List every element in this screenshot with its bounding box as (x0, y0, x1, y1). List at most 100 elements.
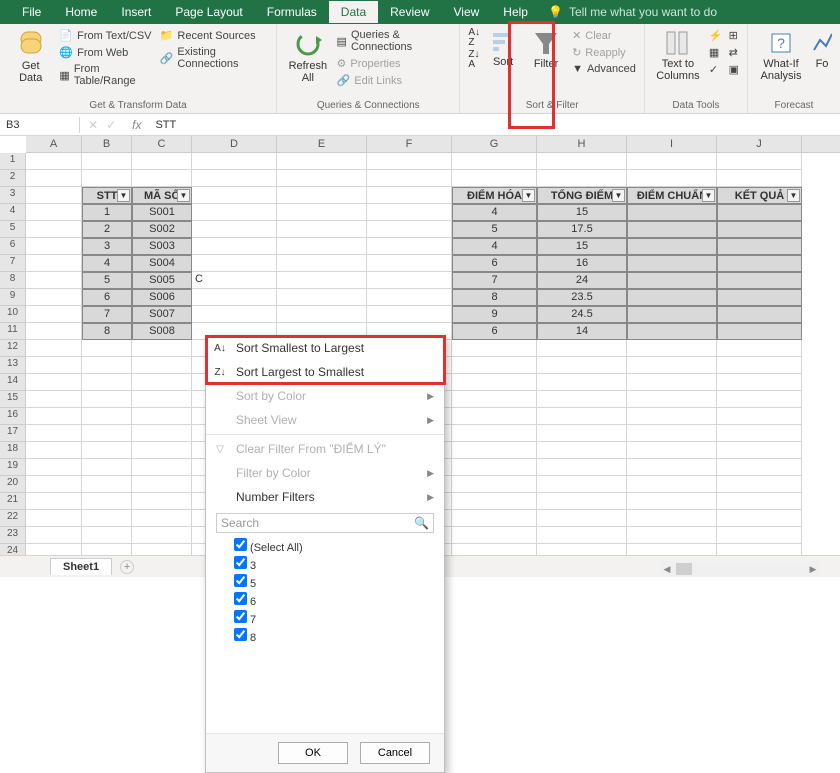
tab-data[interactable]: Data (329, 1, 378, 23)
cell[interactable] (452, 527, 537, 544)
cell[interactable] (26, 374, 82, 391)
cell[interactable] (277, 272, 367, 289)
cell[interactable] (26, 255, 82, 272)
cell[interactable] (627, 493, 717, 510)
cell[interactable] (717, 527, 802, 544)
cell[interactable] (537, 510, 627, 527)
cell-ket-qua[interactable] (717, 323, 802, 340)
cell-tong-diem[interactable]: 17.5 (537, 221, 627, 238)
cell[interactable] (452, 391, 537, 408)
filter-check-option[interactable]: 8 (234, 627, 434, 645)
header-diem-hoa[interactable]: ĐIỂM HÓA▼ (452, 187, 537, 204)
get-data-button[interactable]: Get Data (8, 28, 53, 86)
cell[interactable] (627, 476, 717, 493)
column-header-G[interactable]: G (452, 136, 537, 152)
cell[interactable] (26, 272, 82, 289)
horizontal-scrollbar[interactable]: ◀ ▶ (660, 561, 820, 577)
tab-home[interactable]: Home (53, 1, 109, 23)
from-table-range-button[interactable]: ▦From Table/Range (59, 62, 153, 88)
cell[interactable] (26, 476, 82, 493)
header-ma-so[interactable]: MÃ SỐ▼ (132, 187, 192, 204)
cell[interactable] (627, 374, 717, 391)
cell[interactable] (537, 374, 627, 391)
cell[interactable] (132, 527, 192, 544)
cell[interactable] (132, 340, 192, 357)
menu-sort-asc[interactable]: A↓Sort Smallest to Largest (206, 336, 444, 360)
cell-stt[interactable]: 7 (82, 306, 132, 323)
cell-diem-hoa[interactable]: 7 (452, 272, 537, 289)
cell[interactable] (717, 153, 802, 170)
filter-check-select-all[interactable]: (Select All) (234, 537, 434, 555)
cell[interactable] (277, 289, 367, 306)
cell[interactable] (132, 425, 192, 442)
cell[interactable] (537, 459, 627, 476)
cell[interactable] (82, 425, 132, 442)
flash-fill-button[interactable]: ⚡ (709, 28, 723, 43)
cell[interactable] (627, 357, 717, 374)
cell[interactable] (452, 357, 537, 374)
row-header[interactable]: 2 (0, 170, 26, 187)
column-header-D[interactable]: D (192, 136, 277, 152)
cell[interactable] (192, 289, 277, 306)
cell[interactable] (192, 238, 277, 255)
cell[interactable] (26, 340, 82, 357)
cell-diem-chuan[interactable] (627, 289, 717, 306)
cell[interactable] (537, 442, 627, 459)
column-header-J[interactable]: J (717, 136, 802, 152)
row-header[interactable]: 14 (0, 374, 26, 391)
cell[interactable] (132, 476, 192, 493)
cell[interactable] (717, 442, 802, 459)
cell[interactable] (537, 408, 627, 425)
cell[interactable] (132, 357, 192, 374)
tab-help[interactable]: Help (491, 1, 540, 23)
tab-view[interactable]: View (442, 1, 492, 23)
cell[interactable] (537, 391, 627, 408)
cell[interactable] (717, 340, 802, 357)
cell-diem-chuan[interactable] (627, 221, 717, 238)
cell[interactable] (26, 493, 82, 510)
cell[interactable] (452, 442, 537, 459)
text-to-columns-button[interactable]: Text to Columns (653, 28, 703, 84)
tab-insert[interactable]: Insert (109, 1, 163, 23)
properties-button[interactable]: ⚙Properties (337, 56, 452, 71)
cell-stt[interactable]: 5 (82, 272, 132, 289)
cell[interactable] (82, 527, 132, 544)
remove-duplicates-button[interactable]: ▦ (709, 45, 723, 60)
cell[interactable] (82, 391, 132, 408)
menu-filter-color[interactable]: Filter by Color▶ (206, 461, 444, 485)
cell[interactable] (717, 357, 802, 374)
recent-sources-button[interactable]: 📁Recent Sources (160, 28, 268, 43)
menu-clear-filter[interactable]: ▽Clear Filter From "ĐIỂM LÝ" (206, 437, 444, 461)
cell-diem-hoa[interactable]: 5 (452, 221, 537, 238)
menu-sort-color[interactable]: Sort by Color▶ (206, 384, 444, 408)
cell[interactable] (452, 408, 537, 425)
row-header[interactable]: 21 (0, 493, 26, 510)
cell-stt[interactable]: 4 (82, 255, 132, 272)
cell[interactable] (627, 442, 717, 459)
row-header[interactable]: 19 (0, 459, 26, 476)
column-header-I[interactable]: I (627, 136, 717, 152)
cell[interactable] (452, 374, 537, 391)
row-header[interactable]: 8 (0, 272, 26, 289)
filter-check-option[interactable]: 3 (234, 555, 434, 573)
cell[interactable] (26, 408, 82, 425)
cell-diem-chuan[interactable] (627, 272, 717, 289)
cell[interactable] (192, 153, 277, 170)
sheet-tab-active[interactable]: Sheet1 (50, 558, 112, 575)
tab-formulas[interactable]: Formulas (255, 1, 329, 23)
row-header[interactable]: 16 (0, 408, 26, 425)
header-diem-chuan[interactable]: ĐIỂM CHUẨN▼ (627, 187, 717, 204)
cell[interactable] (82, 408, 132, 425)
cell[interactable] (277, 255, 367, 272)
cell[interactable] (717, 459, 802, 476)
cell[interactable] (26, 510, 82, 527)
cell[interactable] (452, 170, 537, 187)
filter-dropdown-icon[interactable]: ▼ (177, 189, 190, 202)
row-header[interactable]: 9 (0, 289, 26, 306)
cell-tong-diem[interactable]: 15 (537, 238, 627, 255)
what-if-button[interactable]: ? What-If Analysis (756, 28, 806, 84)
cell-diem-hoa[interactable]: 8 (452, 289, 537, 306)
advanced-filter-button[interactable]: ▼Advanced (572, 62, 636, 76)
tab-page-layout[interactable]: Page Layout (163, 1, 254, 23)
cell[interactable] (26, 442, 82, 459)
